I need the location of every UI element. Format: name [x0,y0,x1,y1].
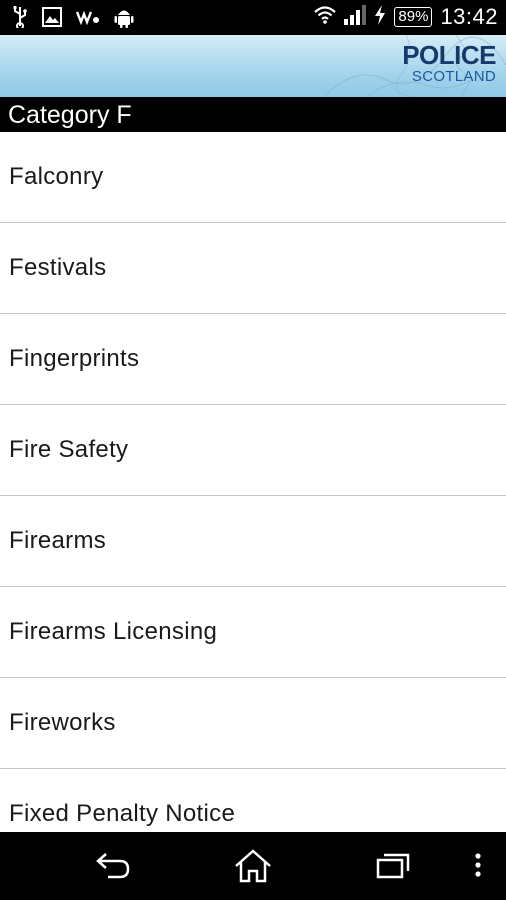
android-icon [114,6,134,28]
clock: 13:42 [440,4,498,29]
list-item-label: Firearms [9,527,107,554]
topic-list[interactable]: Falconry Festivals Fingerprints Fire Saf… [0,132,506,832]
list-item-firearms[interactable]: Firearms [0,496,506,587]
navigation-bar [0,832,506,900]
list-item-label: Fixed Penalty Notice [9,800,236,827]
list-item-label: Firearms Licensing [9,618,218,645]
list-item-fireworks[interactable]: Fireworks [0,678,506,769]
recent-apps-icon[interactable] [375,848,411,887]
list-item-firearms-licensing[interactable]: Firearms Licensing [0,587,506,678]
list-item-label: Fire Safety [9,436,129,463]
list-item-label: Festivals [9,254,107,281]
app-header: POLICE SCOTLAND [0,35,506,97]
status-bar: 89% 13:42 [0,0,506,35]
logo-title: POLICE [402,40,496,70]
category-header: Category F [0,97,506,132]
system-icons: 89% 13:42 [314,4,498,30]
usb-icon [12,6,28,28]
list-item-label: Fireworks [9,709,116,736]
list-item-fire-safety[interactable]: Fire Safety [0,405,506,496]
signal-icon [344,4,367,30]
charging-icon [374,4,386,30]
police-scotland-logo: POLICE SCOTLAND [402,41,496,85]
battery-percent: 89% [394,7,433,27]
logo-subtitle: SCOTLAND [411,68,496,85]
list-item-festivals[interactable]: Festivals [0,223,506,314]
image-icon [42,7,62,27]
home-icon[interactable] [233,848,273,889]
wifi-icon [314,5,337,29]
back-icon[interactable] [94,848,132,887]
list-item-fixed-penalty-notice[interactable]: Fixed Penalty Notice [0,769,506,832]
list-item-label: Fingerprints [9,345,140,372]
notification-icons [12,6,134,28]
menu-icon[interactable] [472,848,484,887]
list-item-fingerprints[interactable]: Fingerprints [0,314,506,405]
list-item-label: Falconry [9,163,104,190]
walkman-icon [76,9,100,25]
list-item-falconry[interactable]: Falconry [0,132,506,223]
category-title: Category F [8,101,132,129]
